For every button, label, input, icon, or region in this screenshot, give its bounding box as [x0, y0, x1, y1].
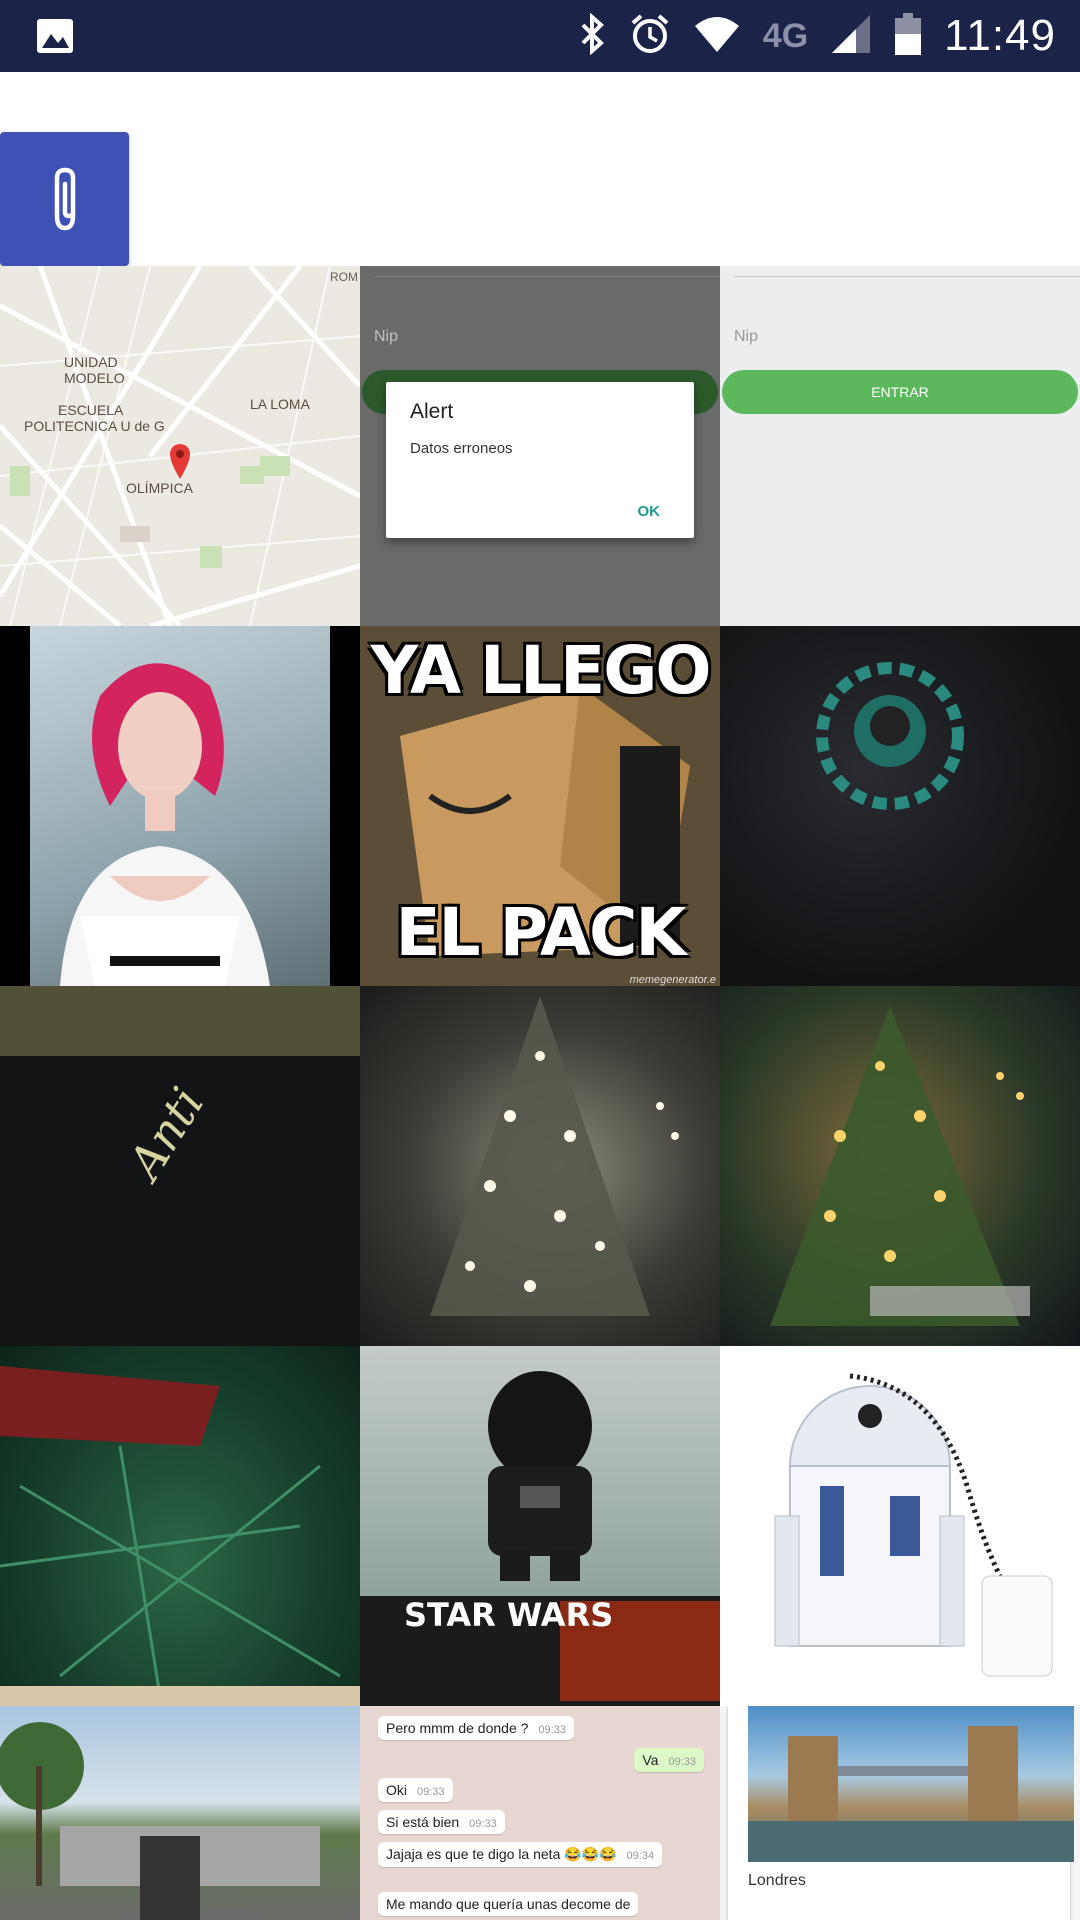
map-label: OLÍMPICA	[126, 480, 193, 496]
darth-vader-toy-photo[interactable]: STAR WARS	[360, 1346, 720, 1706]
chat-bubble-outgoing: Va 09:33	[634, 1748, 704, 1772]
attach-button[interactable]	[0, 132, 129, 266]
chat-bubble: Oki 09:33	[378, 1778, 453, 1802]
paperclip-icon	[54, 167, 75, 231]
pine-branches-photo[interactable]	[0, 1346, 360, 1706]
nip-label: Nip	[374, 328, 399, 345]
christmas-tree-lights-photo[interactable]	[720, 986, 1080, 1346]
map-label: LA LOMA	[250, 396, 310, 412]
meme-top-text: YA LLEGO	[370, 632, 711, 709]
map-thumbnail[interactable]: UNIDAD MODELO ESCUELA POLITECNICA U de G…	[0, 266, 360, 626]
r2d2-usb-photo[interactable]	[720, 1346, 1080, 1706]
alert-message: Datos erroneos	[410, 440, 513, 457]
christmas-tree-photo[interactable]	[360, 986, 720, 1346]
sweatshirt-logo-photo[interactable]	[720, 626, 1080, 986]
chat-bubble: Jajaja es que te digo la neta 😂😂😂 09:34	[378, 1842, 663, 1867]
london-card-screenshot[interactable]: Londres	[720, 1706, 1080, 1920]
chat-screenshot[interactable]: Pero mmm de donde ? 09:33 Va 09:33 Oki 09:3…	[360, 1706, 720, 1920]
map-label: UNIDAD	[64, 354, 118, 370]
image-notification-icon	[36, 18, 74, 59]
star-wars-logo: STAR WARS	[404, 1596, 614, 1634]
login-screenshot[interactable]: Nip ENTRAR	[720, 266, 1080, 626]
bluetooth-icon	[577, 12, 607, 60]
login-error-screenshot[interactable]: Nip Alert Datos erroneos OK	[360, 266, 720, 626]
wifi-icon	[693, 14, 741, 59]
street-photo[interactable]	[0, 1706, 360, 1920]
london-card: Londres	[728, 1706, 1074, 1920]
nip-label: Nip	[734, 328, 759, 345]
chat-bubble: Si está bien 09:33	[378, 1810, 505, 1834]
tower-bridge-image	[748, 1706, 1074, 1862]
london-label: Londres	[748, 1872, 806, 1889]
entrar-button: ENTRAR	[722, 370, 1078, 414]
status-bar: 4G 11:49	[0, 0, 1080, 72]
map-pin-icon	[170, 444, 190, 479]
map-label: POLITECNICA U de G	[24, 418, 165, 434]
map-label: ESCUELA	[58, 402, 124, 418]
portrait-photo[interactable]	[0, 626, 360, 986]
alert-ok-button: OK	[637, 503, 661, 520]
image-grid: UNIDAD MODELO ESCUELA POLITECNICA U de G…	[0, 266, 1080, 1920]
battery-icon	[894, 12, 922, 61]
map-label: ROM	[330, 270, 358, 284]
signal-icon	[830, 13, 872, 60]
anti-shirt-photo[interactable]: Anti	[0, 986, 360, 1346]
meme-image[interactable]: YA LLEGO EL PACK memegenerator.e	[360, 626, 720, 986]
network-type-label: 4G	[762, 16, 809, 55]
app-bar	[0, 72, 1080, 266]
alarm-icon	[629, 13, 671, 60]
anti-text: Anti	[117, 1077, 215, 1189]
alert-title: Alert	[410, 400, 454, 423]
map-label: MODELO	[64, 370, 125, 386]
alert-dialog: Alert Datos erroneos OK	[386, 382, 694, 538]
chat-bubble: Me mando que quería unas decome de	[378, 1892, 639, 1916]
chat-bubble: Pero mmm de donde ? 09:33	[378, 1716, 574, 1740]
meme-bottom-text: EL PACK	[395, 894, 686, 971]
clock: 11:49	[944, 11, 1056, 60]
meme-watermark: memegenerator.e	[629, 974, 716, 986]
